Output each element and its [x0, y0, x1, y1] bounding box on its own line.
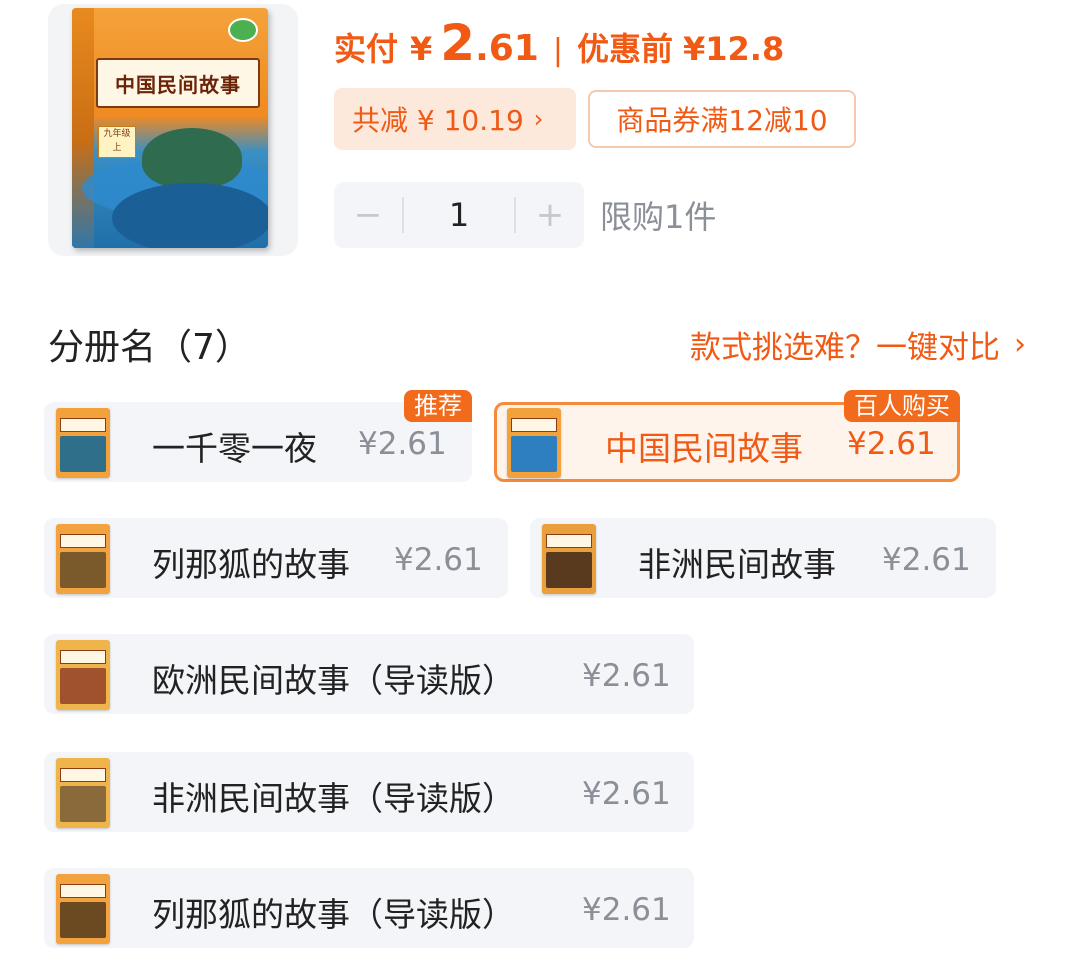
thumb-art [60, 436, 106, 472]
variant-option-yiqianlingyiye[interactable]: 一千零一夜 ¥2.61 推荐 [44, 390, 472, 482]
thumb-art [546, 552, 592, 588]
cover-title: 中国民间故事 [115, 72, 241, 97]
thumb-title-band [60, 418, 106, 432]
thumb-art [60, 668, 106, 704]
coupon-text: 商品券满12减10 [616, 104, 828, 137]
cover-wave-art [112, 183, 268, 248]
variant-option-zhongguominjian[interactable]: 中国民间故事 ¥2.61 百人购买 [494, 390, 960, 482]
thumb-art [60, 786, 106, 822]
variant-thumbnail [56, 640, 110, 710]
discount-detail-button[interactable]: 共减 ¥ 10.19 › [334, 88, 576, 150]
quantity-stepper: − 1 + [334, 182, 584, 248]
book-spine [72, 8, 94, 248]
variant-name: 非洲民间故事（导读版） [152, 779, 515, 818]
thumb-title-band [60, 768, 106, 782]
discount-text: 共减 ¥ 10.19 [352, 104, 524, 137]
variant-option-lienahu[interactable]: 列那狐的故事 ¥2.61 [44, 518, 508, 598]
paid-currency: ¥ [410, 30, 433, 68]
variant-option-lienahu-daodu[interactable]: 列那狐的故事（导读版） ¥2.61 [44, 868, 694, 948]
purchase-limit-text: 限购1件 [600, 198, 717, 236]
thumb-title-band [511, 418, 557, 432]
variant-option-feizhou-daodu[interactable]: 非洲民间故事（导读版） ¥2.61 [44, 752, 694, 832]
variant-name: 中国民间故事 [605, 429, 803, 468]
original-price-label: 优惠前 [576, 30, 673, 68]
original-price: ¥12.8 [682, 30, 785, 68]
paid-price-decimal: .61 [475, 28, 539, 69]
variant-name: 一千零一夜 [152, 429, 317, 468]
chevron-right-icon: › [1014, 327, 1026, 362]
thumb-art [511, 436, 557, 472]
cover-badge-icon [228, 18, 258, 42]
variant-price: ¥2.61 [582, 776, 671, 812]
variant-thumbnail [56, 408, 110, 478]
variant-thumbnail [542, 524, 596, 594]
variant-name: 欧洲民间故事（导读版） [152, 661, 515, 700]
paid-price-integer: 2 [440, 14, 476, 72]
decrement-button[interactable]: − [334, 182, 402, 248]
thumb-title-band [546, 534, 592, 548]
thumb-title-band [60, 650, 106, 664]
variant-price: ¥2.61 [847, 426, 936, 462]
variant-name: 非洲民间故事 [638, 545, 836, 584]
variant-price: ¥2.61 [582, 892, 671, 928]
paid-label: 实付 [334, 30, 399, 68]
variant-name: 列那狐的故事 [152, 545, 350, 584]
product-cover-image[interactable]: 中国民间故事 九年级 上 [72, 8, 268, 248]
popular-badge: 百人购买 [844, 390, 960, 422]
variant-price: ¥2.61 [882, 542, 971, 578]
variant-thumbnail [56, 874, 110, 944]
compare-link-text: 款式挑选难？一键对比 [690, 330, 1000, 366]
variant-option-feizhouminjian[interactable]: 非洲民间故事 ¥2.61 [530, 518, 996, 598]
thumb-title-band [60, 884, 106, 898]
cover-dragon-art [142, 128, 242, 188]
increment-button[interactable]: + [516, 182, 584, 248]
variant-section-title: 分册名（7） [48, 327, 251, 368]
variant-thumbnail [56, 758, 110, 828]
variant-thumbnail [507, 408, 561, 478]
recommend-badge: 推荐 [404, 390, 472, 422]
chevron-right-icon: › [533, 105, 544, 133]
coupon-tag[interactable]: 商品券满12减10 [588, 90, 856, 148]
cover-grade: 九年级 上 [98, 126, 136, 158]
sku-selection-panel: 中国民间故事 九年级 上 实付 ¥ 2 .61 | 优惠前 ¥12.8 共减 ¥… [0, 0, 1080, 980]
variant-thumbnail [56, 524, 110, 594]
variant-price: ¥2.61 [582, 658, 671, 694]
variant-name: 列那狐的故事（导读版） [152, 895, 515, 934]
thumb-art [60, 902, 106, 938]
price-line: 实付 ¥ 2 .61 | 优惠前 ¥12.8 [334, 14, 784, 78]
variant-price: ¥2.61 [358, 426, 447, 462]
thumb-art [60, 552, 106, 588]
cover-title-band: 中国民间故事 [96, 58, 260, 108]
price-separator: | [552, 33, 563, 68]
quantity-value[interactable]: 1 [404, 196, 514, 234]
compare-styles-link[interactable]: 款式挑选难？一键对比 › [690, 322, 1026, 367]
variant-option-ouzhou-daodu[interactable]: 欧洲民间故事（导读版） ¥2.61 [44, 634, 694, 714]
variant-price: ¥2.61 [394, 542, 483, 578]
thumb-title-band [60, 534, 106, 548]
